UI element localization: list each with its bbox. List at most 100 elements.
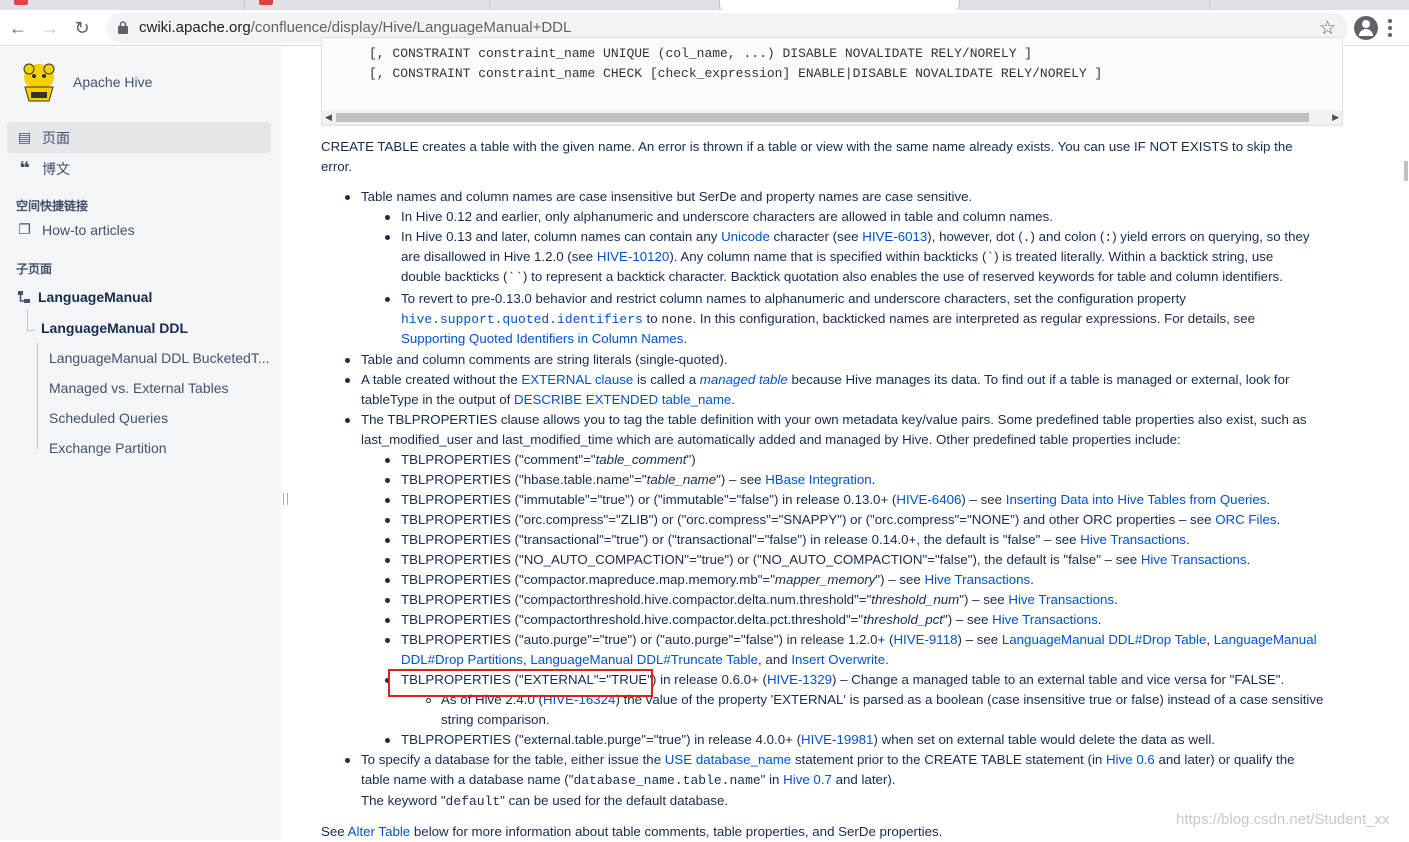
watermark-text: https://blog.csdn.net/Student_xx [1176, 811, 1390, 828]
sidebar-item-label: 页面 [42, 129, 70, 146]
tree-item-languagemanual[interactable]: LanguageManual [38, 289, 152, 305]
pages-icon: ▤ [17, 129, 32, 145]
tblproperty-item: TBLPROPERTIES ("compactorthreshold.hive.… [401, 592, 1118, 607]
link-alter-table[interactable]: Alter Table [348, 824, 411, 839]
copy-icon: ❐ [18, 221, 31, 237]
link-quoted-identifiers[interactable]: Supporting Quoted Identifiers in Column … [401, 331, 683, 346]
config-property-code[interactable]: hive.support.quoted.identifiers [401, 312, 643, 327]
tblproperty-item: TBLPROPERTIES ("transactional"="true") o… [401, 532, 1190, 547]
link-hive-transactions[interactable]: Hive Transactions [1141, 552, 1247, 567]
bullet-icon [385, 638, 390, 643]
browser-tab[interactable] [490, 0, 720, 10]
tree-connector [27, 309, 28, 330]
browser-tab[interactable] [960, 0, 1210, 10]
list-item: A table created without the EXTERNAL cla… [361, 372, 1290, 387]
page-tree-icon [18, 291, 30, 303]
link-hive-0-6[interactable]: Hive 0.6 [1106, 752, 1155, 767]
tblproperty-item: TBLPROPERTIES ("compactorthreshold.hive.… [401, 612, 1102, 627]
list-item: In Hive 0.12 and earlier, only alphanume… [401, 209, 1053, 224]
sidebar-resize-handle[interactable] [283, 493, 288, 505]
list-item-cont: double backticks (``) to represent a bac… [401, 269, 1283, 285]
browser-menu-icon[interactable] [1388, 19, 1392, 37]
bullet-icon [385, 235, 390, 240]
url-text: cwiki.apache.org/confluence/display/Hive… [139, 19, 572, 36]
link-use-database[interactable]: USE database_name [665, 752, 791, 767]
browser-tab[interactable] [0, 0, 245, 10]
list-item: In Hive 0.13 and later, column names can… [401, 229, 1310, 245]
intro-paragraph-cont: error. [321, 159, 353, 174]
tblproperty-item-cont: DDL#Drop Partitions, LanguageManual DDL#… [401, 652, 889, 667]
link-hive-transactions[interactable]: Hive Transactions [925, 572, 1031, 587]
scroll-right-icon[interactable]: ▶ [1332, 112, 1339, 123]
list-item: To specify a database for the table, eit… [361, 752, 1295, 767]
link-hive-1329[interactable]: HIVE-1329 [767, 672, 832, 687]
link-hive-6406[interactable]: HIVE-6406 [896, 492, 961, 507]
scrollbar-thumb[interactable] [336, 113, 1309, 122]
bullet-icon [385, 498, 390, 503]
back-arrow-icon[interactable]: ← [5, 15, 31, 41]
sidebar-item-pages[interactable]: ▤ 页面 [7, 122, 271, 153]
link-orc-files[interactable]: ORC Files [1215, 512, 1276, 527]
link-unicode[interactable]: Unicode [721, 229, 770, 244]
link-insert-overwrite[interactable]: Insert Overwrite [791, 652, 885, 667]
link-hive-transactions[interactable]: Hive Transactions [1008, 592, 1114, 607]
hive-logo-icon[interactable] [15, 59, 65, 103]
shortcut-how-to-articles[interactable]: ❐ How-to articles [7, 214, 271, 245]
link-hive-19981[interactable]: HIVE-19981 [801, 732, 873, 747]
bullet-icon [385, 297, 390, 302]
link-hive-10120[interactable]: HIVE-10120 [597, 249, 669, 264]
link-describe-extended[interactable]: DESCRIBE EXTENDED table_name [514, 392, 731, 407]
tree-item-managed-external[interactable]: Managed vs. External Tables [49, 380, 229, 396]
scrollbar-thumb[interactable] [1404, 161, 1408, 181]
lock-icon [118, 21, 128, 34]
bullet-icon [345, 195, 350, 200]
bullet-icon [385, 578, 390, 583]
browser-tab-active[interactable] [720, 0, 960, 10]
list-item-cont: table name with a database name ("databa… [361, 772, 896, 788]
scroll-left-icon[interactable]: ◀ [325, 112, 332, 123]
space-name[interactable]: Apache Hive [73, 74, 152, 90]
forward-arrow-icon[interactable]: → [37, 15, 63, 41]
link-hive-transactions[interactable]: Hive Transactions [1080, 532, 1186, 547]
link-external-clause[interactable]: EXTERNAL clause [521, 372, 633, 387]
bullet-icon [385, 558, 390, 563]
tree-item-exchange-partition[interactable]: Exchange Partition [49, 440, 167, 456]
tree-connector [27, 330, 35, 331]
bullet-icon [385, 538, 390, 543]
link-truncate-table[interactable]: LanguageManual DDL#Truncate Table [530, 652, 758, 667]
code-block: [, CONSTRAINT constraint_name UNIQUE (co… [321, 37, 1343, 126]
tree-item-current-ddl[interactable]: LanguageManual DDL [41, 320, 188, 336]
tblproperty-item: TBLPROPERTIES ("external.table.purge"="t… [401, 732, 1215, 747]
tblproperty-item: TBLPROPERTIES ("orc.compress"="ZLIB") or… [401, 512, 1281, 527]
bullet-icon [385, 518, 390, 523]
tab-strip [0, 0, 1409, 10]
bullet-icon [345, 358, 350, 363]
link-drop-table[interactable]: LanguageManual DDL#Drop Table [1002, 632, 1207, 647]
highlight-annotation-box [388, 669, 653, 697]
sidebar-item-blog[interactable]: ❝ 博文 [7, 153, 271, 184]
bullet-icon [345, 758, 350, 763]
tree-item-bucketed[interactable]: LanguageManual DDL BucketedT... [49, 350, 270, 366]
list-item-cont: hive.support.quoted.identifiers to none.… [401, 311, 1255, 327]
page-vertical-scrollbar[interactable] [1403, 47, 1409, 840]
profile-avatar-icon[interactable] [1354, 16, 1378, 40]
link-managed-table[interactable]: managed table [700, 372, 788, 387]
link-hbase-integration[interactable]: HBase Integration [765, 472, 871, 487]
link-hive-0-7[interactable]: Hive 0.7 [783, 772, 832, 787]
tblproperty-item: TBLPROPERTIES ("NO_AUTO_COMPACTION"="tru… [401, 552, 1251, 567]
bullet-icon [385, 478, 390, 483]
tree-item-scheduled-queries[interactable]: Scheduled Queries [49, 410, 168, 426]
link-hive-transactions[interactable]: Hive Transactions [992, 612, 1098, 627]
link-hive-6013[interactable]: HIVE-6013 [862, 229, 927, 244]
link-drop-partitions[interactable]: LanguageManual [1214, 632, 1317, 647]
link-drop-partitions[interactable]: DDL#Drop Partitions [401, 652, 523, 667]
code-line: [, CONSTRAINT constraint_name UNIQUE (co… [369, 46, 1033, 61]
reload-icon[interactable]: ↻ [69, 15, 95, 41]
link-hive-9118[interactable]: HIVE-9118 [893, 632, 957, 647]
link-inserting-data[interactable]: Inserting Data into Hive Tables from Que… [1006, 492, 1267, 507]
list-item-cont: tableType in the output of DESCRIBE EXTE… [361, 392, 735, 407]
code-horizontal-scrollbar[interactable]: ◀ ▶ [322, 110, 1342, 125]
bullet-icon [385, 458, 390, 463]
list-item-cont: The keyword "default" can be used for th… [361, 793, 729, 809]
browser-tab[interactable] [245, 0, 490, 10]
